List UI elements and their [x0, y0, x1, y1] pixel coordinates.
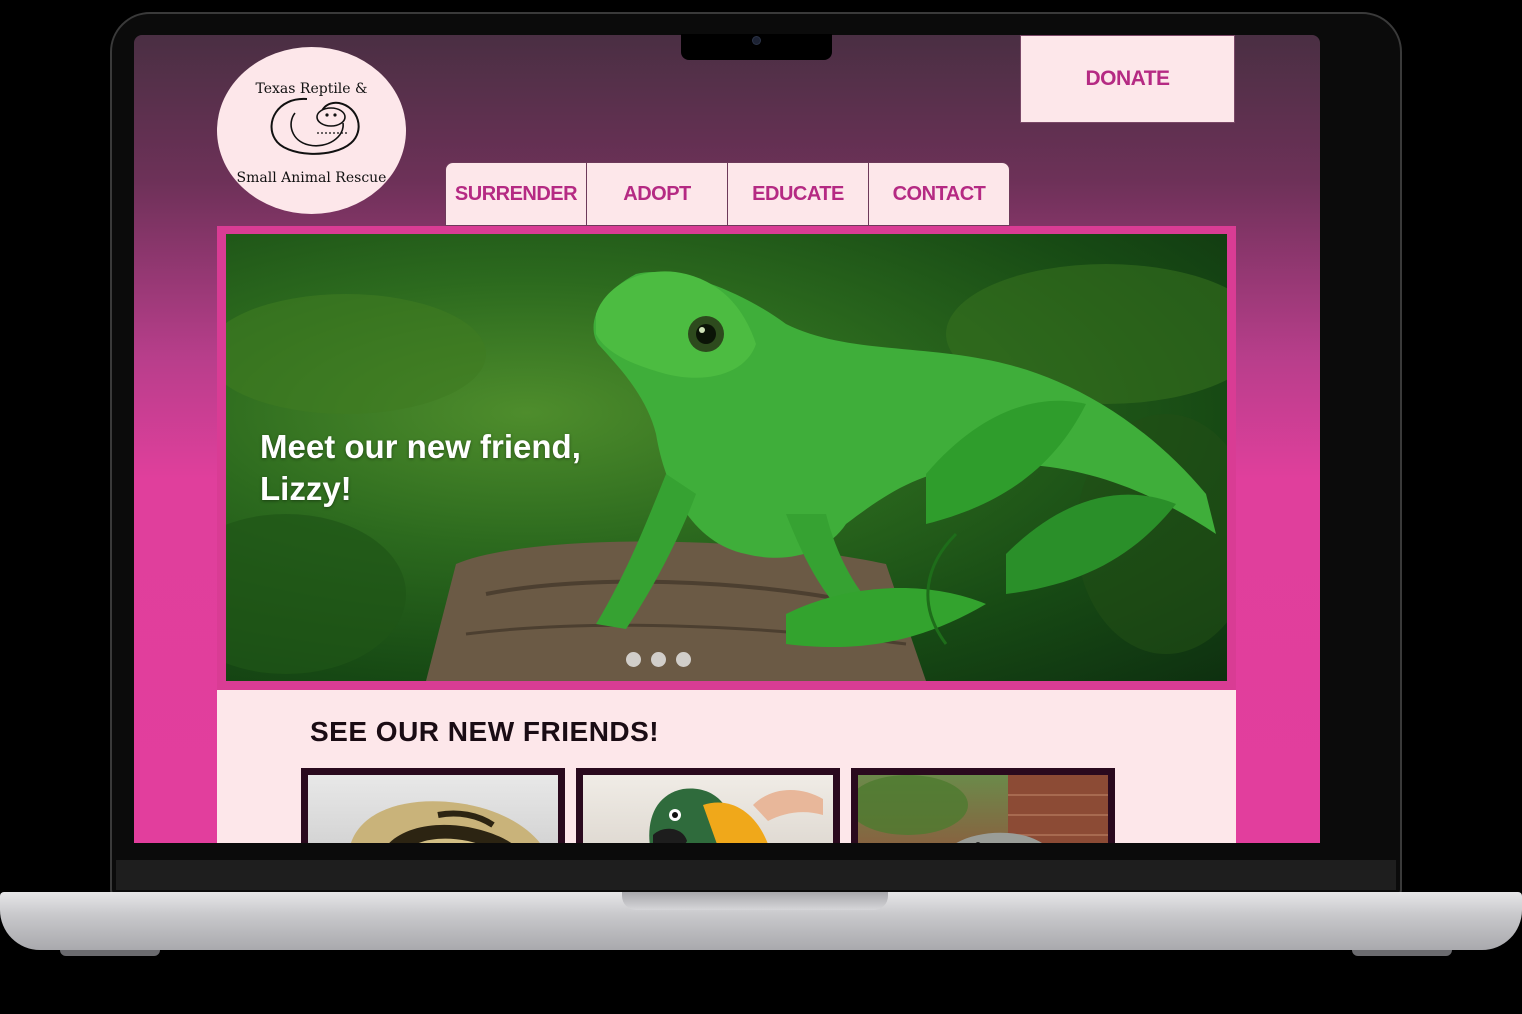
- camera-notch: [681, 34, 832, 60]
- slider-dot-3[interactable]: [676, 652, 691, 667]
- laptop-foot-right: [1352, 950, 1452, 956]
- friend-card-2[interactable]: [576, 768, 840, 843]
- camera-icon: [753, 37, 760, 44]
- friend-card-3[interactable]: [851, 768, 1115, 843]
- donate-button[interactable]: DONATE: [1020, 35, 1235, 123]
- laptop-opening-groove: [622, 892, 888, 910]
- ball-python-photo-icon: [308, 775, 558, 843]
- hero-slide[interactable]: Meet our new friend, Lizzy!: [226, 234, 1227, 681]
- nav-tab-surrender[interactable]: SURRENDER: [445, 162, 587, 226]
- laptop-foot-left: [60, 950, 160, 956]
- nav-tab-contact[interactable]: CONTACT: [868, 162, 1010, 226]
- macaw-photo-icon: [583, 775, 833, 843]
- nav-tab-educate[interactable]: EDUCATE: [727, 162, 869, 226]
- section-title: SEE OUR NEW FRIENDS!: [310, 716, 660, 747]
- iguana-photo-icon: [858, 775, 1108, 843]
- site-logo[interactable]: Texas Reptile & Small Animal Rescue: [217, 47, 406, 214]
- nav-tab-adopt[interactable]: ADOPT: [586, 162, 728, 226]
- slider-dot-2[interactable]: [651, 652, 666, 667]
- main-nav: SURRENDER ADOPT EDUCATE CONTACT: [445, 162, 1010, 226]
- laptop-chin: [116, 860, 1396, 890]
- hero-caption: Meet our new friend, Lizzy!: [260, 428, 581, 507]
- snake-logo-icon: [270, 97, 360, 155]
- hero-slider-frame: Meet our new friend, Lizzy!: [217, 226, 1236, 690]
- new-friends-section: SEE OUR NEW FRIENDS!: [217, 690, 1236, 843]
- slider-dots: [626, 652, 691, 667]
- laptop-screen: Texas Reptile & Small Animal Rescue DONA…: [134, 35, 1320, 843]
- logo-text-line2: Small Animal Rescue: [236, 170, 387, 186]
- slider-dot-1[interactable]: [626, 652, 641, 667]
- friend-card-1[interactable]: [301, 768, 565, 843]
